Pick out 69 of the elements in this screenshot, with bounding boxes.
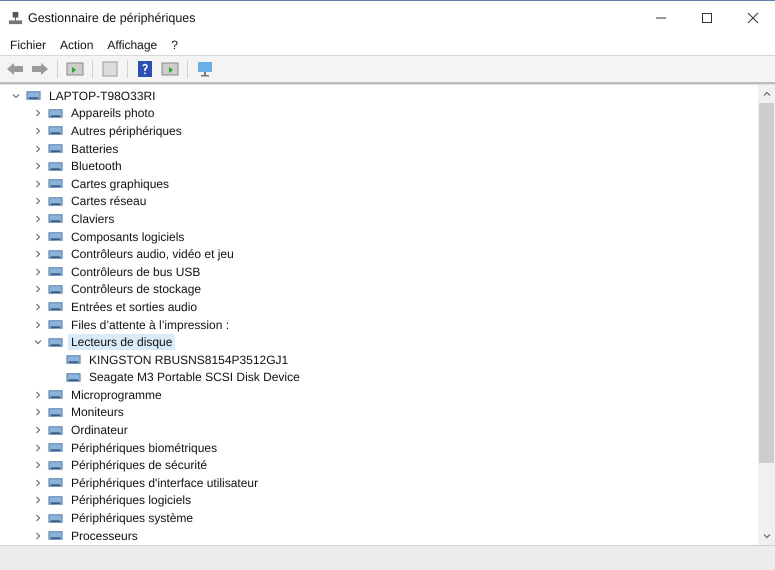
monitor-icon[interactable] <box>196 61 214 77</box>
scrollbar[interactable] <box>758 85 775 545</box>
tree-item[interactable]: Périphériques système <box>68 510 196 526</box>
expand-icon[interactable] <box>34 214 42 223</box>
tree-item[interactable]: Cartes réseau <box>68 193 150 210</box>
expand-icon[interactable] <box>34 461 42 470</box>
tree-item[interactable]: Contrôleurs de bus USB <box>68 264 204 280</box>
scroll-down-icon[interactable] <box>762 532 770 540</box>
menu-item[interactable]: Affichage <box>107 38 158 52</box>
expand-icon[interactable] <box>34 478 42 487</box>
tree-item[interactable]: Périphériques biométriques <box>68 440 220 456</box>
tree-item[interactable]: Lecteurs de disque <box>68 334 176 350</box>
expand-icon[interactable] <box>34 302 42 311</box>
close-icon[interactable] <box>747 12 759 24</box>
expand-icon[interactable] <box>34 426 42 434</box>
tree-item[interactable]: Cartes graphiques <box>68 176 172 192</box>
properties-icon[interactable] <box>101 61 119 77</box>
tree-item[interactable]: Appareils photo <box>68 105 158 122</box>
expand-icon[interactable] <box>34 532 42 540</box>
expand-icon[interactable] <box>34 444 42 452</box>
tree-item[interactable]: Périphériques de sécurité <box>68 457 210 474</box>
expand-icon[interactable] <box>34 144 42 153</box>
panel-icon[interactable] <box>161 61 179 77</box>
expand-icon[interactable] <box>34 197 42 206</box>
expand-icon[interactable] <box>34 408 42 416</box>
tree-item[interactable]: Composants logiciels <box>68 228 188 245</box>
tree-item[interactable]: Périphériques logiciels <box>68 492 194 508</box>
computer-icon <box>8 10 23 26</box>
tree-item[interactable]: Autres périphériques <box>68 122 185 139</box>
expand-icon[interactable] <box>34 390 42 399</box>
expand-icon[interactable] <box>34 162 42 170</box>
help-icon[interactable] <box>136 61 154 77</box>
tree-item[interactable]: Seagate M3 Portable SCSI Disk Device <box>86 369 303 386</box>
expand-icon[interactable] <box>34 496 42 504</box>
menu-item[interactable]: Fichier <box>10 38 46 52</box>
collapse-icon[interactable] <box>34 338 42 346</box>
tree-item[interactable]: Bluetooth <box>68 158 125 174</box>
expand-icon[interactable] <box>34 285 42 294</box>
maximize-icon[interactable] <box>701 12 713 24</box>
expand-icon[interactable] <box>34 109 42 118</box>
tree-item[interactable]: Contrôleurs de stockage <box>68 281 204 298</box>
menu-item[interactable]: Action <box>60 38 94 52</box>
tree-item[interactable]: LAPTOP-T98O33RI <box>46 88 158 104</box>
expand-icon[interactable] <box>34 126 42 135</box>
expand-icon[interactable] <box>34 320 42 329</box>
tree-item[interactable]: Claviers <box>68 210 118 227</box>
tree-item[interactable]: Batteries <box>68 140 122 157</box>
tree-item[interactable]: Processeurs <box>68 528 141 544</box>
menu-item[interactable]: ? <box>171 38 178 52</box>
window-title: Gestionnaire de périphériques <box>28 11 196 25</box>
expand-icon[interactable] <box>34 180 42 188</box>
tree-item[interactable]: Contrôleurs audio, vidéo et jeu <box>68 246 237 262</box>
tree-item[interactable]: Entrées et sorties audio <box>68 298 200 315</box>
panel-icon[interactable] <box>66 61 84 77</box>
back-icon[interactable] <box>6 61 24 77</box>
tree-item[interactable]: Périphériques d'interface utilisateur <box>68 474 262 491</box>
tree-item[interactable]: Files d’attente à l’impression : <box>68 316 232 333</box>
scroll-up-icon[interactable] <box>762 90 770 98</box>
tree-item[interactable]: KINGSTON RBUSNS8154P3512GJ1 <box>86 352 292 368</box>
expand-icon[interactable] <box>34 250 42 258</box>
expand-icon[interactable] <box>34 268 42 276</box>
scroll-thumb[interactable] <box>759 103 774 463</box>
expand-icon[interactable] <box>34 232 42 241</box>
tree-item[interactable]: Ordinateur <box>68 422 131 438</box>
tree-item[interactable]: Microprogramme <box>68 386 165 403</box>
tree-item[interactable]: Moniteurs <box>68 404 127 420</box>
collapse-icon[interactable] <box>12 92 20 100</box>
forward-icon[interactable] <box>31 61 49 77</box>
expand-icon[interactable] <box>34 514 42 522</box>
